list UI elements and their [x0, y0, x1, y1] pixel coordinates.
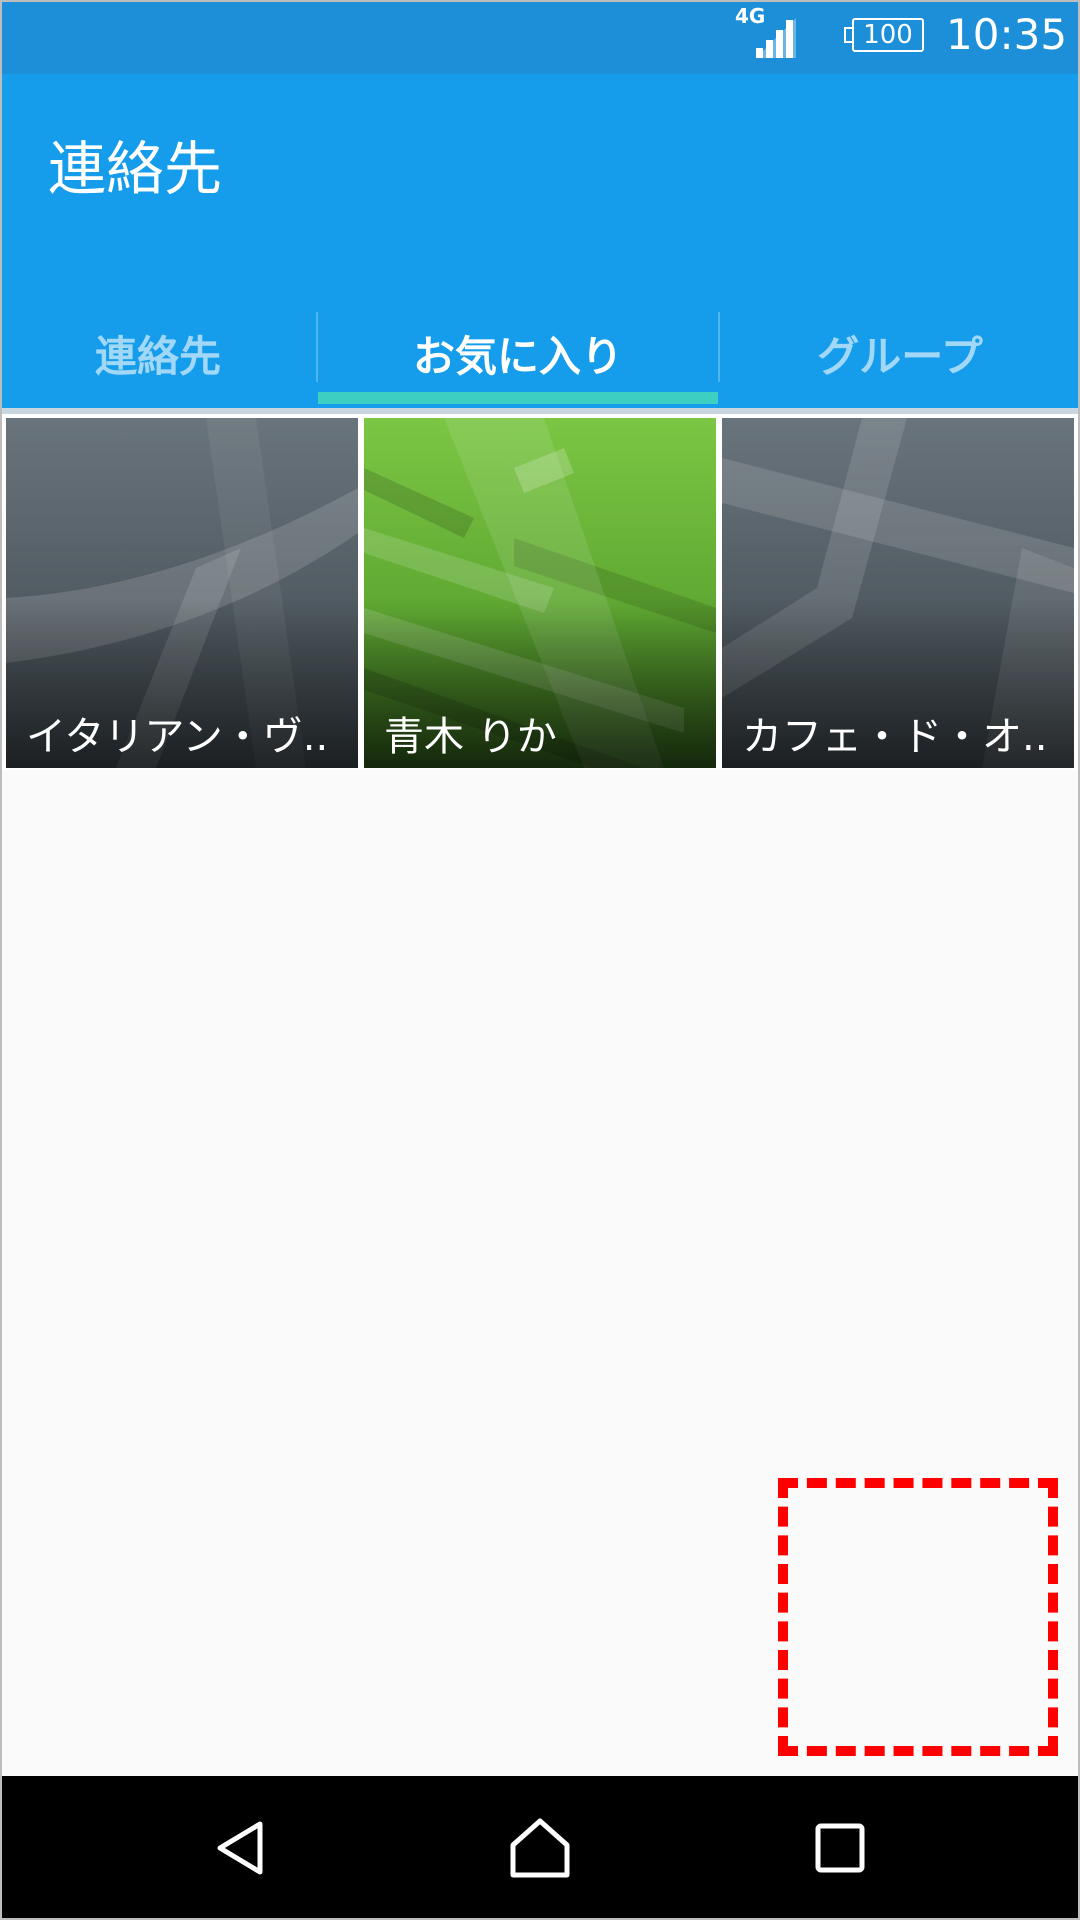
- app-bar: 連絡先 連絡先 お気に入り グループ: [0, 74, 1080, 414]
- home-button[interactable]: [450, 1776, 630, 1920]
- recents-icon: [815, 1823, 865, 1873]
- favorites-grid: イタリアン・ヴ.. 青木 りか カフェ・ド・オ..: [0, 414, 1080, 770]
- highlight-box: [778, 1478, 1058, 1756]
- favorite-tile[interactable]: イタリアン・ヴ..: [6, 418, 358, 768]
- back-icon: [217, 1821, 263, 1875]
- contact-name: イタリアン・ヴ..: [26, 714, 329, 760]
- signal-icon: [756, 18, 796, 58]
- contact-name: カフェ・ド・オ..: [742, 714, 1048, 760]
- page-title: 連絡先: [48, 135, 223, 203]
- home-icon: [510, 1818, 570, 1878]
- status-bar: 4G 100 10:35: [0, 0, 1080, 74]
- contact-name: 青木 りか: [384, 714, 557, 760]
- recents-button[interactable]: [750, 1776, 930, 1920]
- battery-level: 100: [863, 20, 913, 50]
- tab-contacts[interactable]: 連絡先: [0, 292, 316, 414]
- battery-icon: 100: [844, 18, 928, 56]
- screen: 4G 100 10:35 連絡先 連絡先 お気に入り グループ イタリアン・ヴ.…: [0, 0, 1080, 1920]
- navigation-bar: [0, 1776, 1080, 1920]
- favorite-tile[interactable]: 青木 りか: [364, 418, 716, 768]
- tab-indicator: [318, 392, 718, 404]
- back-button[interactable]: [152, 1776, 332, 1920]
- tab-groups[interactable]: グループ: [720, 292, 1080, 414]
- favorite-tile[interactable]: カフェ・ド・オ..: [722, 418, 1074, 768]
- clock: 10:35: [946, 10, 1068, 59]
